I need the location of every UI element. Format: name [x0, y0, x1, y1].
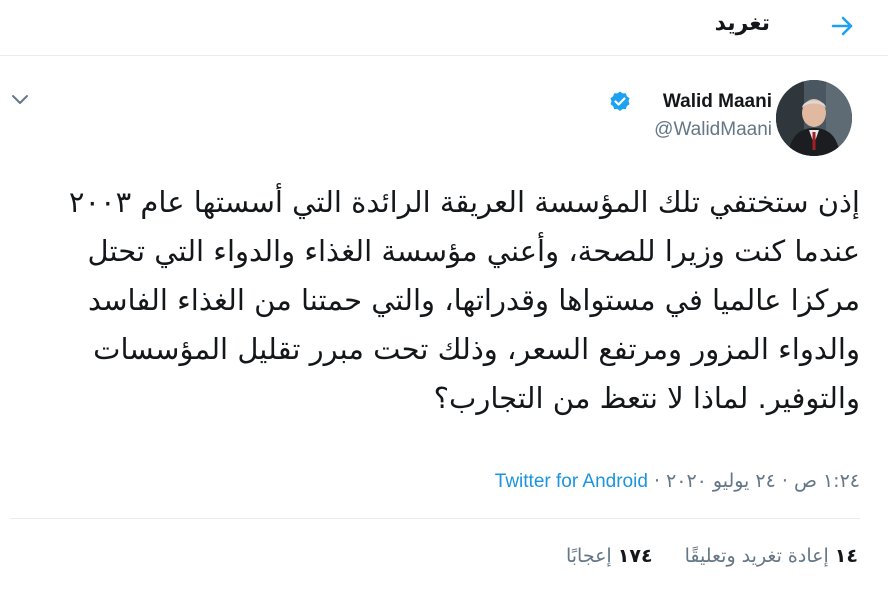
meta-separator: ·: [781, 470, 788, 492]
retweets-count: ١٤: [834, 545, 858, 567]
chevron-down-icon[interactable]: [6, 88, 34, 110]
likes-count: ١٧٤: [617, 545, 653, 567]
divider: [10, 518, 860, 519]
avatar[interactable]: [776, 80, 852, 156]
likes-stat[interactable]: ١٧٤ إعجابًا: [566, 545, 653, 567]
arrow-right-icon[interactable]: [824, 8, 860, 44]
author-handle[interactable]: @WalidMaani: [654, 119, 772, 141]
meta-separator: ·: [653, 470, 660, 492]
tweet-source-link[interactable]: Twitter for Android: [495, 471, 648, 492]
tweet-time[interactable]: ١:٢٤ ص: [794, 470, 860, 492]
tweet-date[interactable]: ٢٤ يوليو ٢٠٢٠: [666, 470, 776, 492]
author-name[interactable]: Walid Maani: [663, 91, 772, 113]
header-bar: تغريد: [0, 0, 888, 56]
verified-badge-icon: [610, 91, 630, 111]
tweet-meta: ١:٢٤ ص · ٢٤ يوليو ٢٠٢٠ · Twitter for And…: [495, 470, 860, 493]
tweet-stats: ١٤ إعادة تغريد وتعليقًا ١٧٤ إعجابًا: [540, 545, 858, 567]
likes-label: إعجابًا: [565, 545, 612, 567]
tweet-text: إذن ستختفي تلك المؤسسة العريقة الرائدة ا…: [68, 185, 860, 415]
retweets-label: إعادة تغريد وتعليقًا: [684, 545, 829, 567]
avatar-photo: [776, 80, 852, 156]
page-title: تغريد: [714, 11, 770, 36]
retweets-stat[interactable]: ١٤ إعادة تغريد وتعليقًا: [685, 545, 858, 567]
